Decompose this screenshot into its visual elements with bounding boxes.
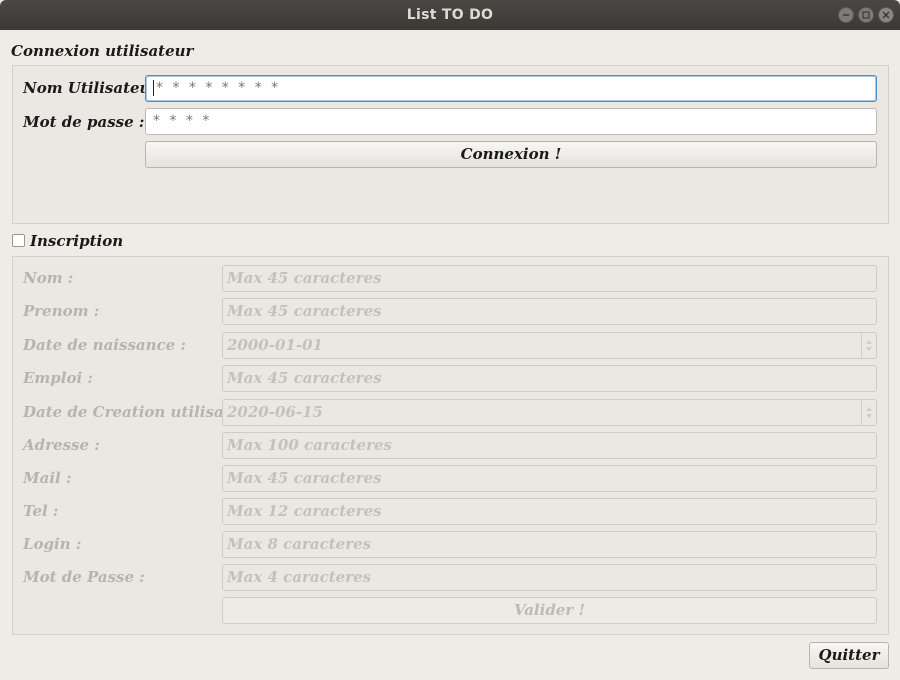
window-titlebar: List TO DO (0, 0, 900, 30)
login-label: Login : (23, 535, 82, 553)
inscription-checkbox[interactable] (12, 234, 25, 247)
inscription-label[interactable]: Inscription (30, 232, 123, 250)
adresse-input[interactable]: Max 100 caracteres (222, 432, 877, 459)
creation-date-input[interactable]: 2020-06-15 (222, 399, 877, 426)
username-input[interactable]: * * * * * * * * (145, 75, 877, 102)
prenom-input[interactable]: Max 45 caracteres (222, 298, 877, 325)
minimize-button[interactable] (838, 7, 854, 23)
text-caret (153, 80, 154, 96)
connect-button[interactable]: Connexion ! (145, 141, 877, 168)
emploi-input[interactable]: Max 45 caracteres (222, 365, 877, 392)
quit-button[interactable]: Quitter (809, 642, 889, 669)
password-input[interactable]: * * * * (145, 108, 877, 135)
nom-label: Nom : (23, 269, 74, 287)
minimize-icon (843, 14, 849, 16)
tel-input[interactable]: Max 12 caracteres (222, 498, 877, 525)
creation-date-spinner[interactable] (861, 400, 876, 425)
emploi-label: Emploi : (23, 369, 93, 387)
login-input[interactable]: Max 8 caracteres (222, 531, 877, 558)
spinner-arrows-icon (866, 407, 872, 418)
close-icon (882, 11, 890, 19)
birthdate-label: Date de naissance : (23, 336, 186, 354)
birthdate-spinner[interactable] (861, 333, 876, 358)
adresse-label: Adresse : (23, 436, 100, 454)
prenom-label: Prenom : (23, 302, 100, 320)
creation-date-value: 2020-06-15 (227, 403, 323, 421)
close-button[interactable] (878, 7, 894, 23)
window-title: List TO DO (406, 7, 494, 23)
register-password-label: Mot de Passe : (23, 568, 145, 586)
mail-label: Mail : (23, 469, 72, 487)
birthdate-input[interactable]: 2000-01-01 (222, 332, 877, 359)
maximize-button[interactable] (858, 7, 874, 23)
password-value: * * * * (153, 113, 212, 129)
maximize-icon (862, 11, 870, 19)
spinner-arrows-icon (866, 340, 872, 351)
register-password-input[interactable]: Max 4 caracteres (222, 564, 877, 591)
mail-input[interactable]: Max 45 caracteres (222, 465, 877, 492)
username-value: * * * * * * * * (156, 80, 281, 96)
login-section-title: Connexion utilisateur (11, 42, 194, 60)
password-label: Mot de passe : (23, 113, 145, 131)
tel-label: Tel : (23, 502, 59, 520)
validate-button[interactable]: Valider ! (222, 597, 877, 624)
birthdate-value: 2000-01-01 (227, 336, 323, 354)
nom-input[interactable]: Max 45 caracteres (222, 265, 877, 292)
